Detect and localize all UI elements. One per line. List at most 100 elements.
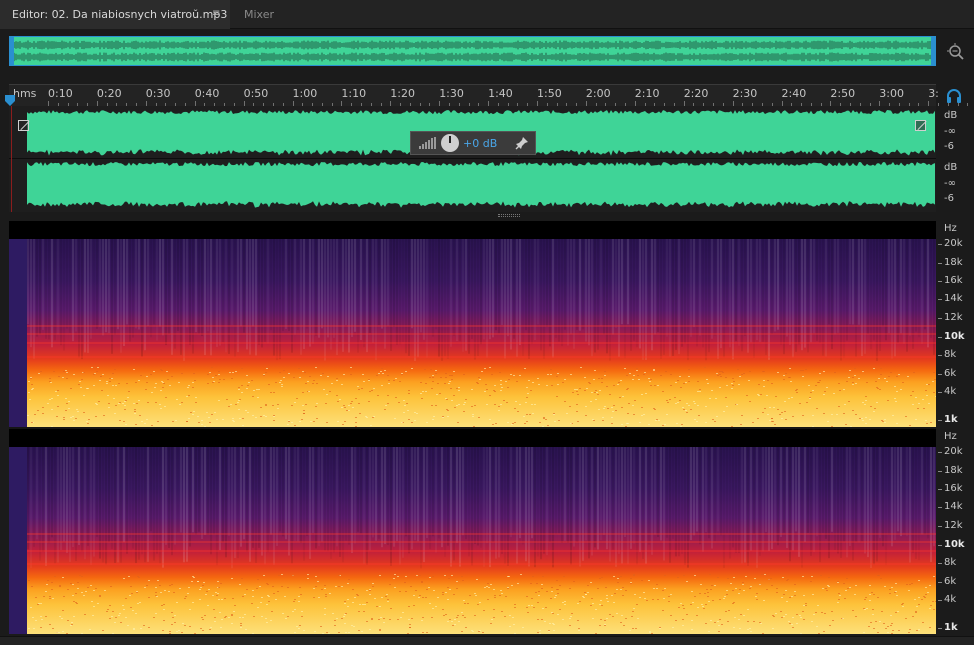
spectrogram-speck [357,386,359,387]
spectrogram-speck [35,597,37,598]
headphones-icon[interactable] [946,88,962,104]
tab-mixer[interactable]: Mixer [244,0,274,29]
spectrogram-speck [564,379,566,380]
spectrogram-speck [590,401,592,402]
overview-waveform[interactable] [9,36,936,66]
spectrogram-streak [384,239,386,349]
spectrogram-speck [93,385,95,386]
spectrogram-speck [474,615,476,616]
spectrogram-speck [683,383,685,384]
spectrogram-speck [494,597,496,598]
spectrogram-streak [933,447,935,547]
spectrogram-streak [399,447,401,565]
playhead-marker[interactable] [5,95,15,106]
time-ruler[interactable]: hms 0:10 0:20 0:30 0:40 0:50 1:00 1:10 1:20 1:30… [9,84,969,106]
spectrogram-streak [657,447,659,538]
spectrogram-speck [802,415,804,416]
volume-knob[interactable] [441,134,459,152]
ruler-tick-label: 2:00 [585,87,611,100]
spectrogram-speck [716,373,718,374]
db-unit-label: dB [944,110,958,121]
spectrogram-streak [249,239,251,355]
spectrogram-speck [613,576,615,577]
spectrogram-speck [578,628,580,629]
spectrogram-speck [596,392,598,393]
waveform-panel[interactable] [9,106,936,212]
spectrogram-speck [523,416,525,417]
spectrogram-speck [426,589,428,590]
spectrogram-speck [562,602,564,603]
spectrogram-streak [423,239,425,340]
spectrogram-speck [594,392,596,393]
spectrogram-streak [636,447,638,565]
spectrogram-speck [505,596,507,597]
spectrogram-speck [761,574,763,575]
fade-out-handle[interactable] [915,120,926,131]
spectrogram-speck [800,617,802,618]
spectrogram-streak [81,447,83,552]
spectrogram-speck [399,381,401,382]
spectrogram-speck [160,369,162,370]
spectrogram-streak [249,447,251,562]
fade-in-handle[interactable] [18,120,29,131]
spectrogram-speck [160,390,162,391]
spectrogram-band [27,533,936,535]
spectrogram-speck [932,601,934,602]
overview-right-handle[interactable] [931,37,935,65]
spectrogram-speck [463,404,465,405]
waveform-channel-right[interactable] [9,160,936,210]
spectrogram-speck [627,388,629,389]
spectrogram-streak [234,239,236,357]
spectrogram-speck [630,583,632,584]
spectrogram-speck [688,405,690,406]
tab-menu-icon[interactable]: ≡ [212,9,221,19]
spectrogram-speck [708,601,710,602]
spectrogram-speck [316,403,318,404]
spectral-display-left[interactable] [9,221,936,427]
spectrogram-speck [491,619,493,620]
spectrogram-speck [128,576,130,577]
overview-left-handle[interactable] [10,37,14,65]
spectrogram-speck [498,410,500,411]
panel-splitter-handle[interactable] [498,214,520,217]
spectrogram-speck [336,378,338,379]
spectrogram-speck [682,407,684,408]
spectrogram-speck [557,384,559,385]
pin-icon[interactable] [515,136,529,150]
spectrogram-streak [858,239,860,325]
spectrogram-speck [821,612,823,613]
zoom-icon[interactable] [946,42,966,62]
spectrogram-speck [648,378,650,379]
spectrogram-speck [409,624,411,625]
spectrogram-streak [93,447,95,557]
spectrogram-speck [598,409,600,410]
spectrogram-streak [720,239,722,349]
spectrogram-speck [686,581,688,582]
spectrogram-streak [753,239,755,359]
spectral-display-right[interactable] [9,429,936,634]
volume-hud[interactable]: +0 dB [410,131,536,155]
spectrogram-speck [163,609,165,610]
spectrogram-speck [214,412,216,413]
spectrogram-speck [30,377,32,378]
spectrogram-speck [218,382,220,383]
spectrogram-speck [842,618,844,619]
spectrogram-speck [167,379,169,380]
tab-editor[interactable]: Editor: 02. Da niabiosnych viatroŭ.mp3 ≡ [0,0,230,29]
spectrogram-speck [385,405,387,406]
spectrogram-speck [296,398,298,399]
spectrogram-speck [926,423,928,424]
spectrogram-speck [742,582,744,583]
spectrogram-speck [209,372,211,373]
spectrogram-speck [163,383,165,384]
spectrogram-streak [600,239,602,326]
spectrogram-speck [124,405,126,406]
spectrogram-speck [155,587,157,588]
spectrogram-streak [225,239,227,353]
spectrogram-speck [232,598,234,599]
spectrogram-streak [276,447,278,547]
volume-value[interactable]: +0 dB [463,137,497,150]
spectrogram-speck [757,418,759,419]
spectrogram-speck [268,601,270,602]
spectrogram-speck [599,604,601,605]
